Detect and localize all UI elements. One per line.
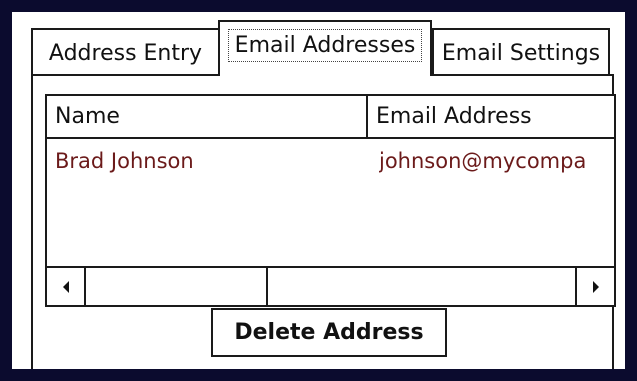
arrow-right-icon bbox=[592, 280, 599, 293]
cell-name: Brad Johnson bbox=[55, 149, 194, 173]
scroll-right-button[interactable] bbox=[575, 268, 614, 305]
delete-address-button[interactable]: Delete Address bbox=[211, 308, 447, 357]
column-header-email-label: Email Address bbox=[376, 104, 532, 129]
tab-email-settings[interactable]: Email Settings bbox=[432, 28, 610, 76]
scroll-thumb[interactable] bbox=[86, 268, 268, 305]
tab-focus-outline: Email Addresses bbox=[228, 29, 422, 62]
horizontal-scrollbar[interactable] bbox=[47, 266, 614, 305]
column-header-email[interactable]: Email Address bbox=[368, 96, 614, 137]
column-header-name[interactable]: Name bbox=[47, 96, 368, 137]
scroll-left-button[interactable] bbox=[47, 268, 86, 305]
address-dialog: Address Entry Email Addresses Email Sett… bbox=[12, 12, 625, 369]
tab-email-settings-label: Email Settings bbox=[441, 41, 601, 66]
cell-email: johnson@mycompa bbox=[379, 149, 587, 173]
table-row[interactable]: Brad Johnson johnson@mycompa bbox=[47, 144, 614, 178]
tab-address-entry[interactable]: Address Entry bbox=[31, 28, 220, 76]
list-header: Name Email Address bbox=[47, 96, 614, 139]
email-list[interactable]: Name Email Address Brad Johnson johnson@… bbox=[45, 94, 616, 307]
column-header-name-label: Name bbox=[55, 104, 120, 129]
tab-address-entry-label: Address Entry bbox=[48, 41, 203, 66]
tab-email-addresses[interactable]: Email Addresses bbox=[218, 20, 432, 76]
arrow-left-icon bbox=[62, 280, 69, 293]
tab-email-addresses-label: Email Addresses bbox=[234, 32, 416, 58]
